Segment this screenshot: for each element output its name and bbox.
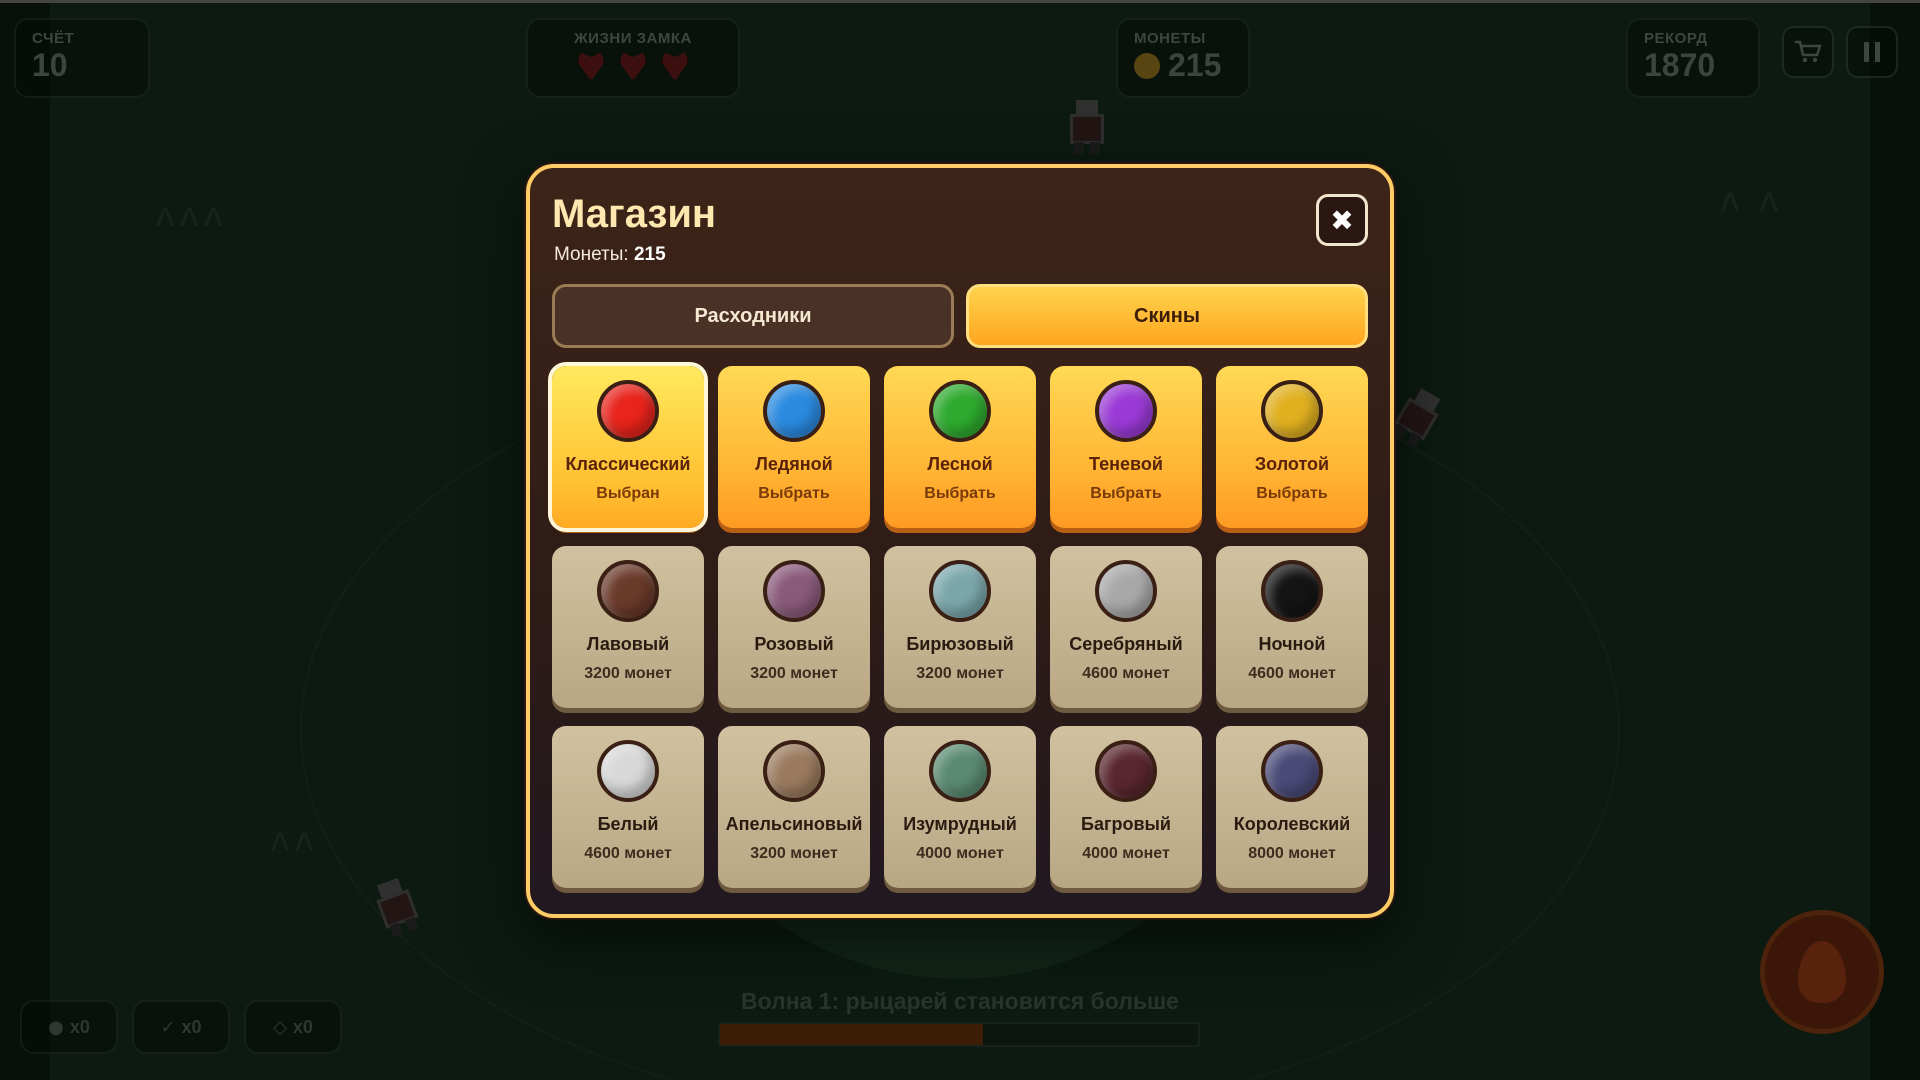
skin-status: Выбран xyxy=(596,485,660,502)
skin-price: 8000 монет xyxy=(1248,845,1336,862)
skin-name: Ледяной xyxy=(755,454,833,474)
skin-card[interactable]: Багровый 4000 монет xyxy=(1050,726,1202,888)
shop-coins-value: 215 xyxy=(633,244,666,265)
skin-status: Выбрать xyxy=(1090,485,1162,502)
skin-preview xyxy=(763,380,825,442)
skin-card[interactable]: Золотой Выбрать xyxy=(1216,366,1368,528)
skin-price: 4000 монет xyxy=(1082,845,1170,862)
skin-preview xyxy=(597,740,659,802)
skin-status: Выбрать xyxy=(1256,485,1328,502)
skin-card[interactable]: Теневой Выбрать xyxy=(1050,366,1202,528)
skin-card[interactable]: Ледяной Выбрать xyxy=(718,366,870,528)
skin-name: Лавовый xyxy=(586,634,670,654)
skin-price: 4600 монет xyxy=(1248,665,1336,682)
skin-price: 4600 монет xyxy=(584,845,672,862)
skin-preview xyxy=(597,380,659,442)
skin-name: Золотой xyxy=(1254,454,1330,474)
skin-preview xyxy=(1261,560,1323,622)
skin-status: Выбрать xyxy=(758,485,830,502)
tab-skins[interactable]: Скины xyxy=(966,284,1368,348)
skin-preview xyxy=(763,740,825,802)
skin-price: 3200 монет xyxy=(584,665,672,682)
skin-preview xyxy=(597,560,659,622)
skin-card[interactable]: Белый 4600 монет xyxy=(552,726,704,888)
skin-name: Багровый xyxy=(1081,814,1171,834)
skin-card[interactable]: Бирюзовый 3200 монет xyxy=(884,546,1036,708)
skin-price: 3200 монет xyxy=(750,665,838,682)
skin-price: 4000 монет xyxy=(916,845,1004,862)
skins-grid: Классический Выбран Ледяной Выбрать Лесной Вы… xyxy=(552,366,1370,888)
skin-price: 4600 монет xyxy=(1082,665,1170,682)
skin-price: 3200 монет xyxy=(750,845,838,862)
skin-preview xyxy=(1261,740,1323,802)
skin-card[interactable]: Королевский 8000 монет xyxy=(1216,726,1368,888)
skin-preview xyxy=(1095,560,1157,622)
skin-preview xyxy=(929,560,991,622)
skin-price: 3200 монет xyxy=(916,665,1004,682)
skin-preview xyxy=(929,380,991,442)
shop-title: Магазин xyxy=(552,192,717,236)
skin-name: Ночной xyxy=(1258,634,1326,654)
skin-card[interactable]: Ночной 4600 монет xyxy=(1216,546,1368,708)
skin-name: Белый xyxy=(597,814,659,834)
shop-coins: Монеты: 215 xyxy=(554,244,666,266)
skin-card[interactable]: Лавовый 3200 монет xyxy=(552,546,704,708)
skin-preview xyxy=(1095,740,1157,802)
shop-modal: Магазин Монеты: 215 ✖ Расходники Скины К… xyxy=(526,164,1394,918)
skin-name: Серебряный xyxy=(1069,634,1183,654)
skin-card[interactable]: Серебряный 4600 монет xyxy=(1050,546,1202,708)
skin-name: Королевский xyxy=(1233,814,1351,834)
skin-name: Апельсиновый xyxy=(725,814,863,834)
shop-coins-label: Монеты: xyxy=(554,244,629,265)
skin-preview xyxy=(929,740,991,802)
skin-name: Классический xyxy=(565,454,691,474)
skin-name: Бирюзовый xyxy=(906,634,1014,654)
skin-card[interactable]: Лесной Выбрать xyxy=(884,366,1036,528)
close-button[interactable]: ✖ xyxy=(1316,194,1368,246)
skin-status: Выбрать xyxy=(924,485,996,502)
skin-preview xyxy=(1261,380,1323,442)
skin-card[interactable]: Классический Выбран xyxy=(552,366,704,528)
skin-name: Изумрудный xyxy=(903,814,1017,834)
tab-consumables[interactable]: Расходники xyxy=(552,284,954,348)
skin-preview xyxy=(1095,380,1157,442)
skin-card[interactable]: Апельсиновый 3200 монет xyxy=(718,726,870,888)
skin-name: Лесной xyxy=(927,454,993,474)
close-icon: ✖ xyxy=(1330,203,1354,237)
skin-card[interactable]: Розовый 3200 монет xyxy=(718,546,870,708)
skin-card[interactable]: Изумрудный 4000 монет xyxy=(884,726,1036,888)
skin-preview xyxy=(763,560,825,622)
skin-name: Теневой xyxy=(1089,454,1163,474)
skin-name: Розовый xyxy=(754,634,834,654)
